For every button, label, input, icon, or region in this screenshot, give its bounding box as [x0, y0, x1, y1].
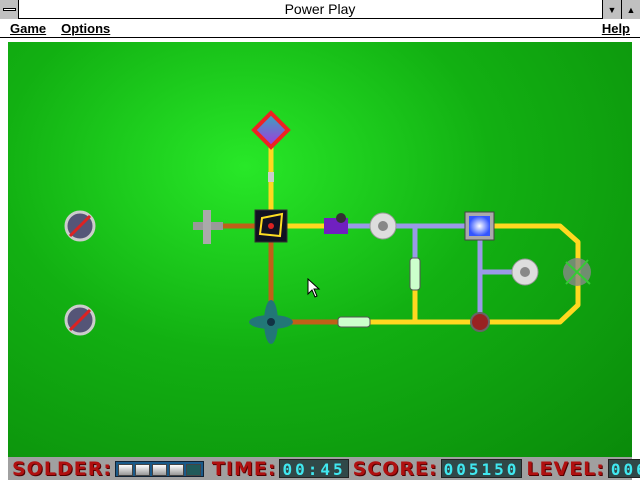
- score-value: 005150: [440, 459, 523, 479]
- gauge-1[interactable]: [64, 210, 96, 242]
- red-meter[interactable]: [470, 312, 490, 332]
- time-value: 00:45: [279, 459, 349, 479]
- solder-meter: [114, 460, 204, 477]
- plane-component[interactable]: [193, 210, 223, 244]
- broken-component[interactable]: [563, 258, 591, 286]
- blue-lamp[interactable]: [464, 211, 495, 241]
- maximize-button[interactable]: ▲: [621, 0, 640, 19]
- horizontal-capacitor[interactable]: [337, 316, 371, 328]
- solder-label: SOLDER:: [12, 457, 112, 480]
- solder-cell: [168, 463, 184, 476]
- menu-help[interactable]: Help: [597, 21, 635, 36]
- solder-cell: [134, 463, 150, 476]
- solder-cell-empty: [185, 463, 201, 476]
- menu-options[interactable]: Options: [56, 21, 115, 36]
- game-board[interactable]: [8, 42, 632, 457]
- gear-component-2[interactable]: [511, 258, 539, 286]
- level-label: LEVEL:: [526, 457, 605, 480]
- menu-game[interactable]: Game: [5, 21, 51, 36]
- mouse-pointer: [307, 278, 321, 298]
- junction-box[interactable]: [254, 209, 288, 243]
- diamond-source[interactable]: [251, 110, 291, 150]
- gauge-2[interactable]: [64, 304, 96, 336]
- system-menu-button[interactable]: [0, 0, 19, 19]
- gear-component-1[interactable]: [369, 212, 397, 240]
- time-label: TIME:: [211, 457, 277, 480]
- solder-cell: [151, 463, 167, 476]
- resistor-small: [268, 172, 274, 182]
- menu-bar: Game Options Help: [0, 19, 640, 38]
- vertical-capacitor[interactable]: [409, 257, 421, 291]
- title-bar: Power Play ▼ ▲: [0, 0, 640, 19]
- solder-cell: [117, 463, 133, 476]
- score-label: SCORE:: [352, 457, 438, 480]
- purple-switch[interactable]: [324, 213, 348, 234]
- satellite-dish[interactable]: [249, 300, 293, 344]
- level-value: 006: [607, 459, 640, 479]
- status-bar: SOLDER: TIME: 00:45 SCORE: 005150 LEVEL:…: [8, 457, 640, 480]
- window-title: Power Play: [284, 1, 356, 17]
- minimize-button[interactable]: ▼: [602, 0, 621, 19]
